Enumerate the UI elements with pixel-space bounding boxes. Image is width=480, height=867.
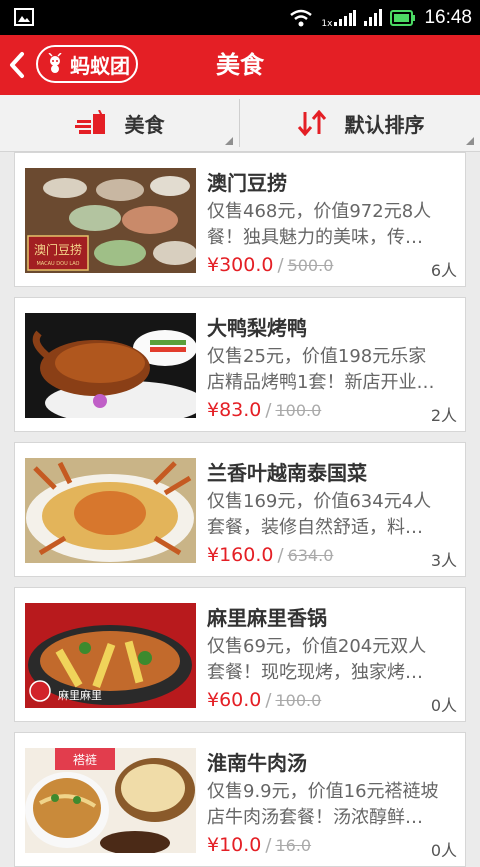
deal-thumbnail: 澳门豆捞 MACAU DOU LAO	[25, 168, 196, 273]
deal-description: 仅售25元，价值198元乐家 店精品烤鸭1套！新店开业…	[207, 344, 457, 396]
battery-icon	[390, 9, 416, 26]
app-logo: 蚂蚁团	[36, 45, 138, 83]
deal-description: 仅售69元，价值204元双人 套餐！现吃现烤，独家烤…	[207, 634, 457, 686]
filter-bar: 美食 默认排序	[0, 95, 480, 152]
thumb-brand-text: 澳门豆捞	[34, 242, 82, 257]
deal-title: 淮南牛肉汤	[207, 751, 307, 775]
dropdown-corner-icon	[225, 137, 233, 145]
thumb-brand-text: 麻里麻里	[58, 688, 102, 702]
original-price: 100.0	[275, 691, 322, 710]
filter-divider	[239, 99, 240, 147]
back-arrow-icon	[10, 52, 24, 78]
deal-title: 澳门豆捞	[207, 171, 287, 195]
category-filter[interactable]: 美食	[0, 95, 239, 151]
title-bar: 蚂蚁团 美食	[0, 35, 480, 95]
deal-desc-line: 仅售69元，价值204元双人	[207, 636, 427, 657]
deal-desc-line: 套餐！现吃现烤，独家烤…	[207, 662, 423, 683]
dropdown-corner-icon	[466, 137, 474, 145]
deal-desc-line: 店精品烤鸭1套！新店开业…	[207, 372, 435, 393]
original-price: 16.0	[275, 836, 312, 855]
deal-card[interactable]: 麻里麻里 麻里麻里香锅 仅售69元，价值204元双人 套餐！现吃现烤，独家烤… …	[14, 587, 466, 722]
thumb-brand-text: 褡裢	[73, 752, 97, 767]
deal-price: ¥83.0	[207, 399, 262, 421]
deal-desc-line: 餐！独具魅力的美味，传…	[207, 227, 423, 248]
food-icon	[74, 110, 105, 134]
status-bar: 1x 16:48	[0, 0, 480, 35]
network-type-label: 1x	[321, 18, 333, 29]
sold-count: 2人	[430, 406, 457, 425]
category-filter-label: 美食	[124, 112, 165, 137]
sold-count: 0人	[430, 696, 457, 715]
original-price: 634.0	[287, 546, 334, 565]
deal-desc-line: 仅售468元，价值972元8人	[207, 201, 432, 222]
price-row: ¥300.0/500.0	[207, 254, 334, 276]
ant-icon	[48, 53, 62, 73]
clock: 16:48	[424, 6, 472, 28]
original-price: 500.0	[287, 256, 334, 275]
deal-title: 麻里麻里香锅	[207, 606, 327, 630]
deal-price: ¥300.0	[207, 254, 274, 276]
deal-thumbnail: 麻里麻里	[25, 603, 196, 708]
deal-card[interactable]: 大鸭梨烤鸭 仅售25元，价值198元乐家 店精品烤鸭1套！新店开业… ¥83.0…	[14, 297, 466, 432]
deal-title: 兰香叶越南泰国菜	[207, 461, 367, 485]
thumb-brand-subtext: MACAU DOU LAO	[36, 261, 79, 267]
image-icon	[14, 8, 34, 26]
deal-price: ¥60.0	[207, 689, 262, 711]
signal-icon-2	[364, 8, 383, 26]
deal-price: ¥160.0	[207, 544, 274, 566]
deal-card[interactable]: 澳门豆捞 MACAU DOU LAO 澳门豆捞 仅售468元，价值972元8人 …	[14, 152, 466, 287]
sold-count: 6人	[430, 261, 457, 280]
price-row: ¥60.0/100.0	[207, 689, 322, 711]
back-button[interactable]: 蚂蚁团	[0, 35, 150, 95]
deal-desc-line: 仅售25元，价值198元乐家	[207, 346, 427, 367]
deal-desc-line: 仅售9.9元，价值16元褡裢坡	[207, 781, 439, 802]
deal-desc-line: 店牛肉汤套餐！汤浓醇鲜…	[207, 807, 423, 828]
price-row: ¥160.0/634.0	[207, 544, 334, 566]
signal-icon	[334, 9, 357, 26]
logo-text: 蚂蚁团	[70, 53, 130, 78]
price-row: ¥83.0/100.0	[207, 399, 322, 421]
deal-title: 大鸭梨烤鸭	[207, 316, 307, 340]
original-price: 100.0	[275, 401, 322, 420]
deal-card[interactable]: 兰香叶越南泰国菜 仅售169元，价值634元4人 套餐，装修自然舒适，料… ¥1…	[14, 442, 466, 577]
deal-thumbnail	[25, 458, 196, 563]
sort-filter-label: 默认排序	[344, 112, 425, 137]
wifi-icon	[290, 9, 313, 26]
deal-desc-line: 仅售169元，价值634元4人	[207, 491, 432, 512]
deal-desc-line: 套餐，装修自然舒适，料…	[207, 517, 423, 538]
deal-thumbnail: 褡裢	[25, 748, 196, 853]
deal-description: 仅售468元，价值972元8人 餐！独具魅力的美味，传…	[207, 199, 457, 251]
sold-count: 3人	[430, 551, 457, 570]
deal-thumbnail	[25, 313, 196, 418]
deal-description: 仅售169元，价值634元4人 套餐，装修自然舒适，料…	[207, 489, 457, 541]
deal-description: 仅售9.9元，价值16元褡裢坡 店牛肉汤套餐！汤浓醇鲜…	[207, 779, 457, 831]
sold-count: 0人	[430, 841, 457, 860]
sort-icon	[297, 110, 326, 136]
deal-card[interactable]: 褡裢 淮南牛肉汤 仅售9.9元，价值16元褡裢坡 店牛肉汤套餐！汤浓醇鲜… ¥1…	[14, 732, 466, 867]
sort-filter[interactable]: 默认排序	[241, 95, 480, 151]
